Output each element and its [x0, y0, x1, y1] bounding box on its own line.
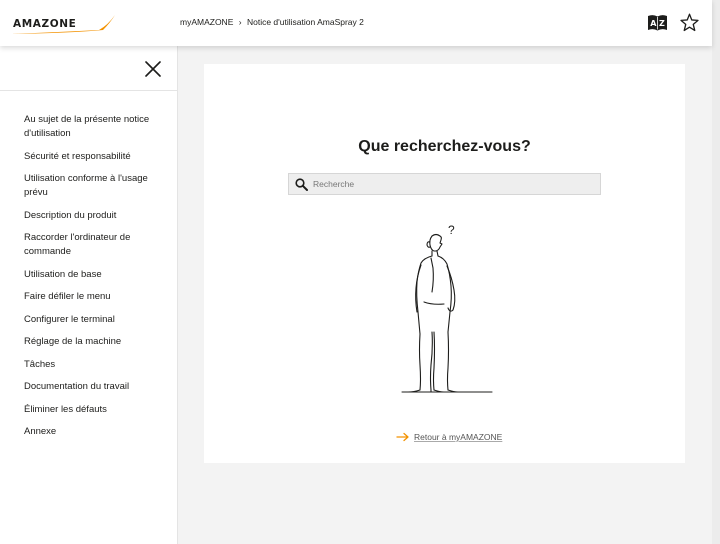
sidebar-header [0, 46, 178, 91]
scrollbar-track[interactable] [712, 0, 720, 544]
page-title: Que recherchez-vous? [358, 138, 531, 155]
sidebar-nav: Au sujet de la présente notice d'utilisa… [24, 113, 174, 439]
sidebar-item-connect-computer[interactable]: Raccorder l'ordinateur de commande [24, 231, 174, 259]
back-to-myamazone-link[interactable]: Retour à myAMAZONE [396, 432, 502, 442]
close-icon[interactable] [145, 61, 161, 77]
sidebar-item-safety[interactable]: Sécurité et responsabilité [24, 150, 174, 164]
amazone-logo[interactable]: AMAZONE [11, 13, 117, 37]
top-bar: AMAZONE myAMAZONE › Notice d'utilisation… [0, 0, 712, 46]
logo-text: AMAZONE [13, 18, 77, 30]
breadcrumb-separator: › [238, 17, 242, 27]
sidebar-item-about-manual[interactable]: Au sujet de la présente notice d'utilisa… [24, 113, 174, 141]
thinking-person-illustration: ? [401, 223, 493, 393]
search-box[interactable] [288, 173, 601, 195]
sidebar-item-intended-use[interactable]: Utilisation conforme à l'usage prévu [24, 172, 174, 200]
breadcrumb-root-link[interactable]: myAMAZONE [180, 17, 233, 27]
sidebar-item-configure-terminal[interactable]: Configurer le terminal [24, 313, 174, 327]
sidebar-item-basic-use[interactable]: Utilisation de base [24, 268, 174, 282]
sidebar-item-appendix[interactable]: Annexe [24, 425, 174, 439]
sidebar: Au sujet de la présente notice d'utilisa… [0, 46, 178, 544]
search-input[interactable] [313, 176, 593, 192]
svg-text:Z: Z [659, 19, 665, 28]
search-card: Que recherchez-vous? Recherche ? Retour … [204, 64, 685, 463]
sidebar-item-tasks[interactable]: Tâches [24, 358, 174, 372]
sidebar-item-work-documentation[interactable]: Documentation du travail [24, 380, 174, 394]
svg-text:A: A [650, 19, 657, 28]
breadcrumb-current: Notice d'utilisation AmaSpray 2 [246, 17, 364, 27]
dictionary-icon[interactable]: A Z [647, 14, 668, 32]
sidebar-item-product-description[interactable]: Description du produit [24, 209, 174, 223]
back-link-label: Retour à myAMAZONE [414, 432, 503, 442]
star-icon[interactable] [679, 12, 700, 33]
sidebar-item-scroll-menu[interactable]: Faire défiler le menu [24, 290, 174, 304]
breadcrumb: myAMAZONE › Notice d'utilisation AmaSpra… [180, 17, 364, 27]
arrow-right-icon [396, 432, 409, 442]
sidebar-item-machine-settings[interactable]: Réglage de la machine [24, 335, 174, 349]
sidebar-item-troubleshooting[interactable]: Éliminer les défauts [24, 403, 174, 417]
search-icon [295, 178, 308, 191]
question-mark: ? [448, 223, 455, 237]
